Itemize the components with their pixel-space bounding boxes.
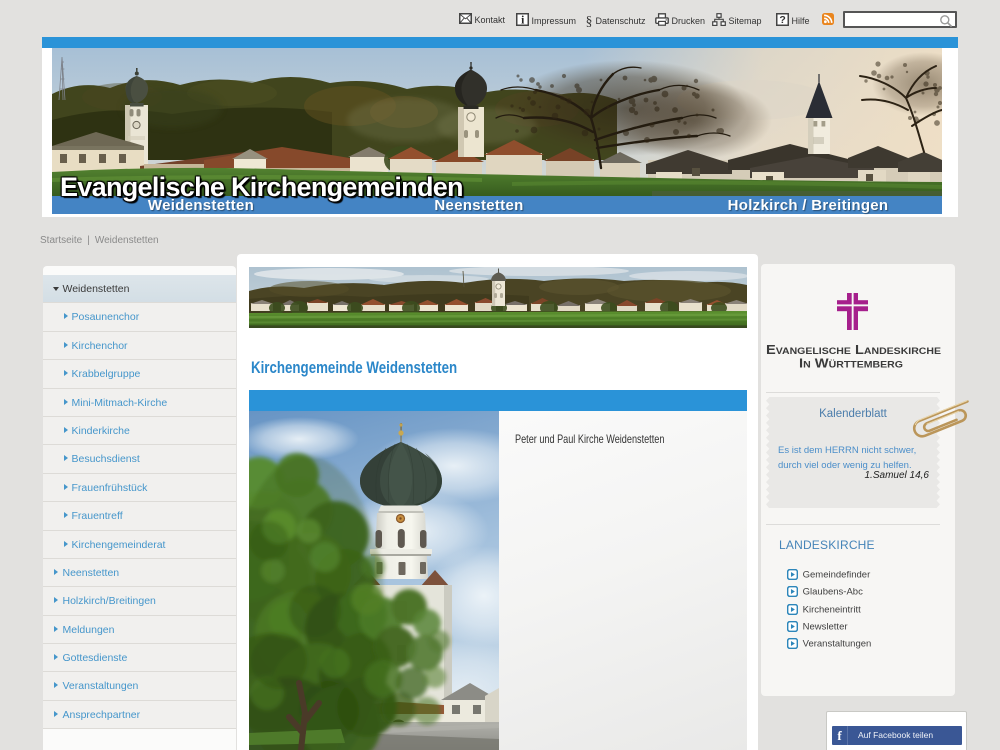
svg-text:Evangelische Landeskirche: Evangelische Landeskirche [766, 343, 941, 357]
svg-text:?: ? [779, 14, 785, 26]
svg-text:§: § [586, 14, 593, 28]
svg-text:In Württemberg: In Württemberg [799, 357, 903, 371]
